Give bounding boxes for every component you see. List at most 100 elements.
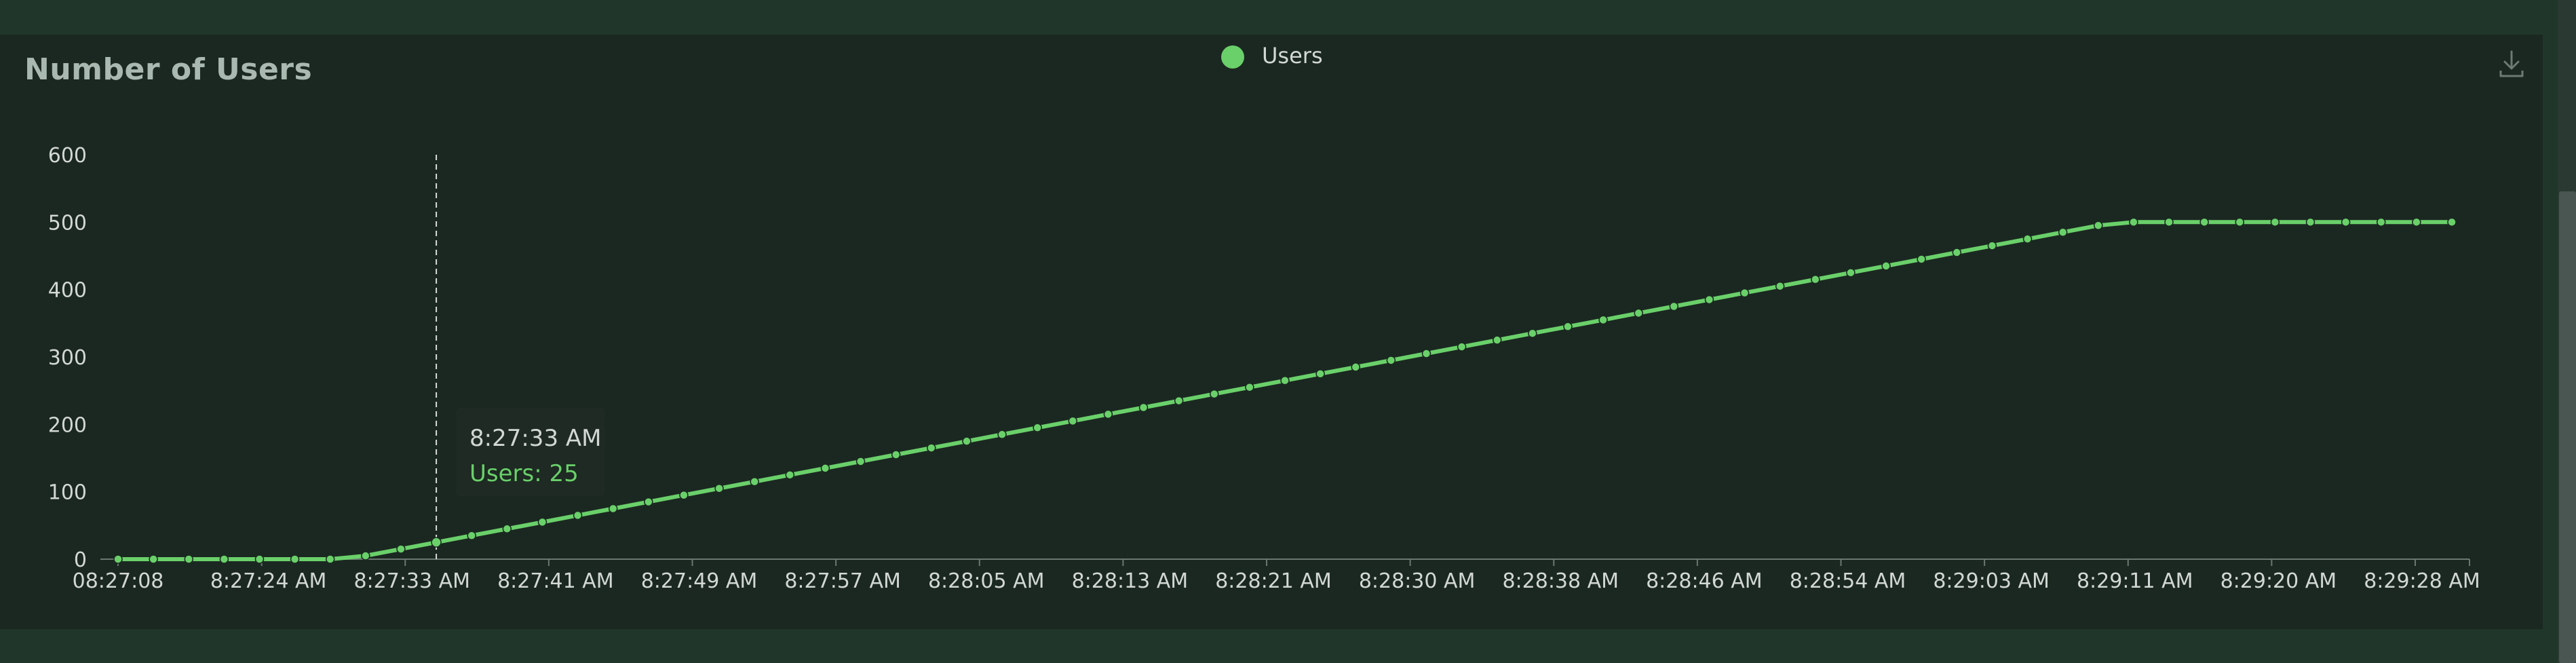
x-tick-label: 8:29:20 AM <box>2221 569 2337 593</box>
data-point[interactable] <box>962 436 972 446</box>
data-point[interactable] <box>1846 268 1856 278</box>
data-point[interactable] <box>608 504 618 514</box>
data-point[interactable] <box>1033 423 1042 433</box>
data-point[interactable] <box>325 554 335 564</box>
series-line-users <box>116 220 2454 561</box>
x-tick-label: 8:28:05 AM <box>928 569 1045 593</box>
tooltip-value: Users: 25 <box>469 460 579 487</box>
y-tick-label: 0 <box>74 548 87 572</box>
y-tick-label: 300 <box>48 346 87 370</box>
x-tick-label: 8:29:11 AM <box>2077 569 2193 593</box>
data-point[interactable] <box>254 554 265 564</box>
legend[interactable]: Users <box>1221 43 1323 69</box>
data-point[interactable] <box>1492 335 1502 345</box>
data-point[interactable] <box>1704 295 1714 305</box>
x-axis: 08:27:08 8:27:24 AM 8:27:33 AM 8:27:41 AM 8:… <box>73 558 2480 593</box>
legend-label-users: Users <box>1262 43 1323 69</box>
x-tick-label: 8:29:28 AM <box>2364 569 2480 593</box>
data-point[interactable] <box>2235 217 2245 227</box>
data-point[interactable] <box>1811 275 1820 284</box>
data-point[interactable] <box>396 544 406 554</box>
data-point[interactable] <box>1739 288 1750 298</box>
data-point[interactable] <box>1598 315 1608 325</box>
x-tick-label: 8:27:33 AM <box>353 569 470 593</box>
data-point[interactable] <box>750 477 759 487</box>
data-point[interactable] <box>537 517 547 527</box>
data-point[interactable] <box>2164 217 2174 227</box>
data-point[interactable] <box>361 551 370 561</box>
data-point[interactable] <box>1917 254 1926 264</box>
data-point[interactable] <box>2199 217 2209 227</box>
data-point[interactable] <box>644 497 653 507</box>
data-point[interactable] <box>1315 369 1325 379</box>
scrollbar-thumb[interactable] <box>2559 191 2576 663</box>
data-point[interactable] <box>1174 396 1184 406</box>
data-point[interactable] <box>1245 382 1254 392</box>
x-tick-label: 8:27:49 AM <box>641 569 758 593</box>
data-point[interactable] <box>1457 342 1467 352</box>
data-point[interactable] <box>820 463 830 473</box>
data-point[interactable] <box>1563 322 1573 332</box>
data-point[interactable] <box>2094 221 2103 231</box>
x-tick-label: 8:28:54 AM <box>1790 569 1906 593</box>
data-point[interactable] <box>1634 308 1643 318</box>
data-point[interactable] <box>184 554 193 564</box>
data-point[interactable] <box>997 430 1007 439</box>
data-point[interactable] <box>1421 349 1431 358</box>
data-point[interactable] <box>1068 416 1078 426</box>
x-tick-label: 8:27:41 AM <box>497 569 614 593</box>
data-point[interactable] <box>891 450 901 459</box>
data-point[interactable] <box>1669 301 1679 311</box>
data-point[interactable] <box>1351 362 1360 372</box>
x-tick-label: 8:27:24 AM <box>210 569 327 593</box>
data-point[interactable] <box>714 483 724 493</box>
x-tick-label: 8:28:46 AM <box>1646 569 1763 593</box>
data-point[interactable] <box>927 443 936 453</box>
legend-swatch-users <box>1221 45 1244 69</box>
x-tick-label: 8:28:21 AM <box>1215 569 1332 593</box>
line-chart: Users 0 100 200 300 400 500 600 08:27:08 8:27:2… <box>48 43 2480 593</box>
data-point[interactable] <box>431 537 442 548</box>
y-tick-label: 400 <box>48 279 87 303</box>
data-point[interactable] <box>2058 227 2068 237</box>
data-point[interactable] <box>2270 217 2280 227</box>
data-point[interactable] <box>219 554 229 564</box>
data-point[interactable] <box>149 554 158 564</box>
data-point[interactable] <box>1210 389 1219 399</box>
data-point[interactable] <box>2305 217 2315 227</box>
data-point[interactable] <box>856 457 866 466</box>
y-axis: 0 100 200 300 400 500 600 <box>48 144 87 572</box>
y-tick-label: 600 <box>48 144 87 168</box>
data-point[interactable] <box>1775 281 1785 291</box>
data-point[interactable] <box>1952 248 1962 257</box>
data-point[interactable] <box>2129 217 2138 227</box>
data-point[interactable] <box>2412 217 2421 227</box>
data-point[interactable] <box>573 510 583 520</box>
data-point[interactable] <box>113 554 123 564</box>
data-point[interactable] <box>1103 409 1113 419</box>
y-tick-label: 500 <box>48 211 87 235</box>
data-point[interactable] <box>2341 217 2351 227</box>
y-tick-label: 200 <box>48 413 87 437</box>
data-point[interactable] <box>1138 402 1149 413</box>
data-point[interactable] <box>1386 356 1396 365</box>
series-users[interactable] <box>113 217 2457 564</box>
data-point[interactable] <box>785 470 795 480</box>
data-point[interactable] <box>290 554 300 564</box>
data-point[interactable] <box>1528 328 1537 338</box>
data-point[interactable] <box>2447 217 2457 227</box>
x-tick-label: 8:27:57 AM <box>784 569 901 593</box>
x-tick-label: 8:28:13 AM <box>1072 569 1189 593</box>
x-tick-label: 8:29:03 AM <box>1933 569 2050 593</box>
data-point[interactable] <box>2377 217 2386 227</box>
data-point[interactable] <box>679 490 689 500</box>
data-point[interactable] <box>502 524 512 534</box>
page: Number of Users Users 0 100 200 300 400 500 60… <box>0 0 2576 663</box>
data-point[interactable] <box>1987 241 1997 250</box>
data-point[interactable] <box>1280 376 1290 385</box>
tooltip-time: 8:27:33 AM <box>469 425 602 452</box>
data-point[interactable] <box>2022 234 2033 244</box>
data-point[interactable] <box>467 531 476 540</box>
x-tick-label: 08:27:08 <box>73 569 164 593</box>
data-point[interactable] <box>1881 261 1891 271</box>
